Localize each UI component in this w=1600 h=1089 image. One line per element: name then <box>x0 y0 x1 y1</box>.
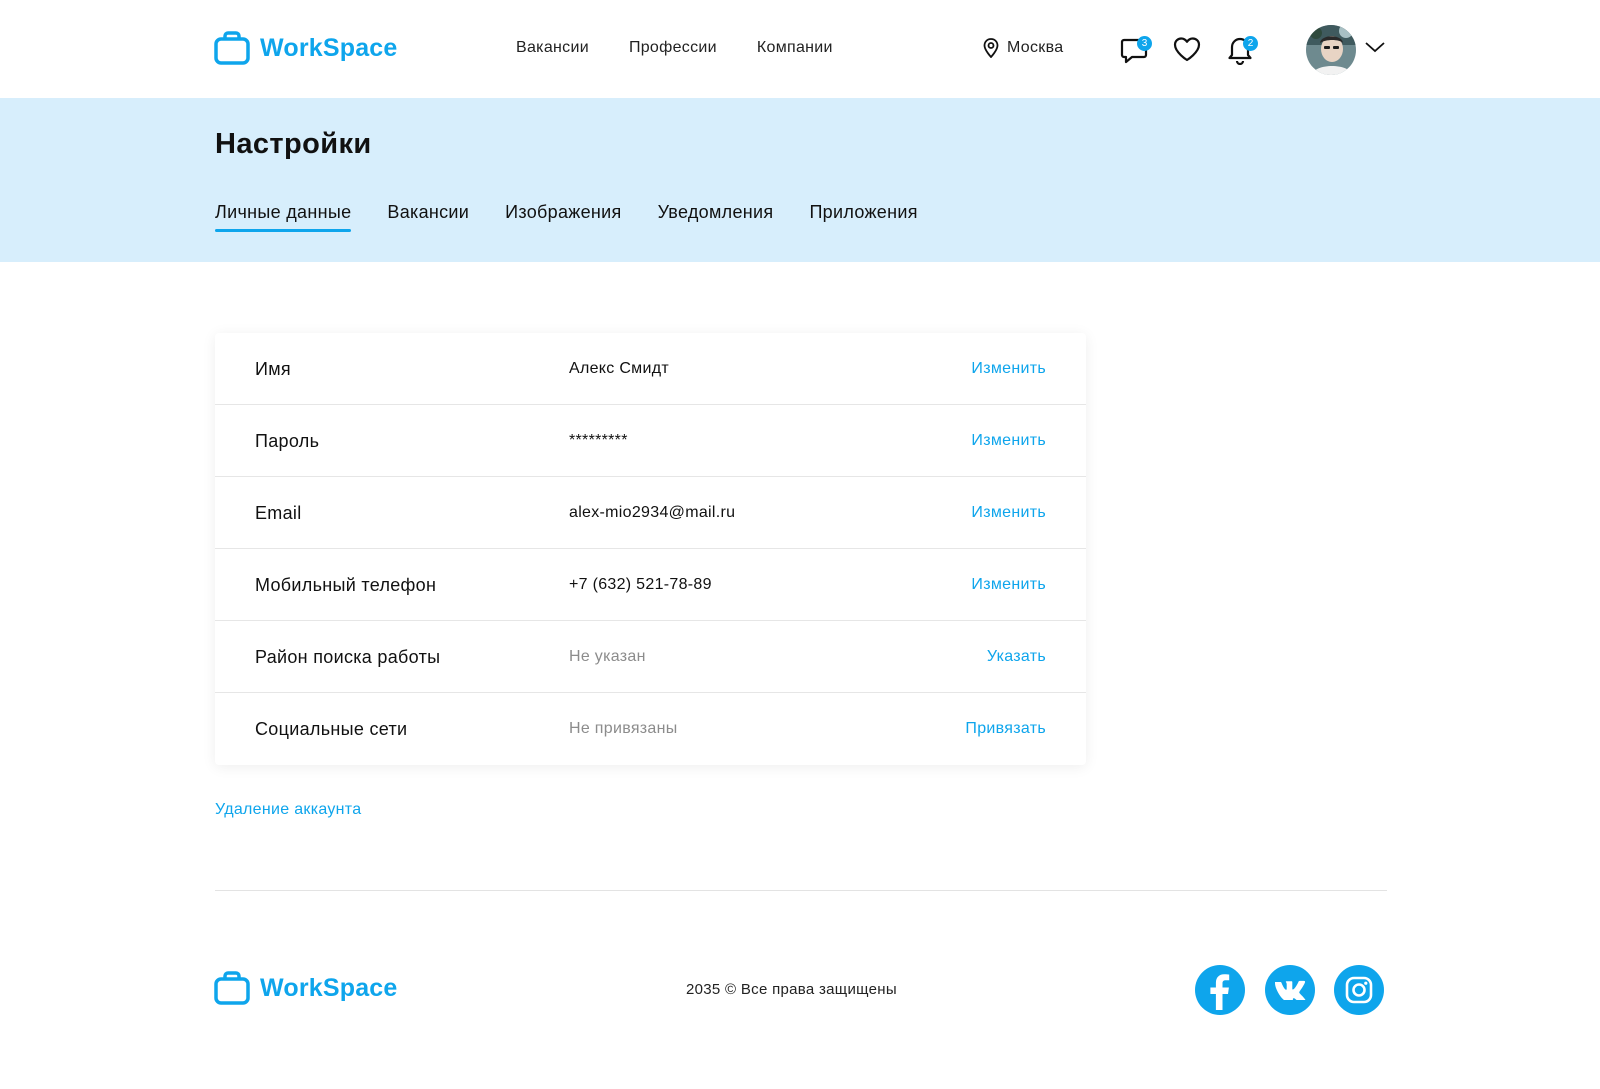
link-social-link[interactable]: Привязать <box>965 693 1046 765</box>
facebook-link[interactable] <box>1195 965 1245 1015</box>
row-value: Алекс Смидт <box>569 360 669 377</box>
messages-button[interactable]: 3 <box>1118 33 1152 67</box>
location-city: Москва <box>1007 39 1064 56</box>
footer-divider <box>215 890 1387 891</box>
facebook-icon <box>1210 974 1230 1010</box>
settings-row-phone: Мобильный телефон +7 (632) 521-78-89 Изм… <box>215 549 1086 621</box>
nav-item-vacancies[interactable]: Вакансии <box>516 39 589 57</box>
map-pin-icon <box>983 38 999 58</box>
settings-banner <box>0 98 1600 262</box>
user-photo-icon <box>1306 25 1356 75</box>
settings-tabs: Личные данные Вакансии Изображения Уведо… <box>215 202 918 232</box>
heart-icon <box>1173 37 1201 62</box>
row-label: Пароль <box>255 431 320 451</box>
personal-data-card: Имя Алекс Смидт Изменить Пароль ********… <box>215 333 1086 765</box>
main-nav: Вакансии Профессии Компании <box>516 39 833 57</box>
briefcase-icon <box>214 31 250 65</box>
settings-row-social: Социальные сети Не привязаны Привязать <box>215 693 1086 765</box>
tab-personal-data[interactable]: Личные данные <box>215 202 352 232</box>
nav-item-companies[interactable]: Компании <box>757 39 833 57</box>
edit-phone-link[interactable]: Изменить <box>971 549 1046 621</box>
footer-logo[interactable]: WorkSpace <box>214 971 398 1005</box>
row-value: ********* <box>569 432 628 449</box>
copyright: 2035 © Все права защищены <box>686 981 897 998</box>
page-title: Настройки <box>215 128 372 160</box>
tab-vacancies[interactable]: Вакансии <box>387 202 469 229</box>
instagram-link[interactable] <box>1334 965 1384 1015</box>
row-label: Имя <box>255 359 291 379</box>
settings-row-email: Email alex-mio2934@mail.ru Изменить <box>215 477 1086 549</box>
edit-name-link[interactable]: Изменить <box>971 333 1046 405</box>
row-label: Мобильный телефон <box>255 575 437 595</box>
tab-images[interactable]: Изображения <box>505 202 621 229</box>
edit-email-link[interactable]: Изменить <box>971 477 1046 549</box>
settings-row-name: Имя Алекс Смидт Изменить <box>215 333 1086 405</box>
vk-icon <box>1275 980 1306 1000</box>
notifications-badge: 2 <box>1243 36 1258 51</box>
settings-row-password: Пароль ********* Изменить <box>215 405 1086 477</box>
chevron-down-icon <box>1365 42 1385 53</box>
notifications-button[interactable]: 2 <box>1224 33 1258 67</box>
settings-row-search-area: Район поиска работы Не указан Указать <box>215 621 1086 693</box>
row-label: Email <box>255 503 302 523</box>
header: WorkSpace Вакансии Профессии Компании Мо… <box>0 0 1600 98</box>
instagram-icon <box>1345 976 1373 1004</box>
row-value: Не привязаны <box>569 720 678 737</box>
row-label: Социальные сети <box>255 719 408 739</box>
location-selector[interactable]: Москва <box>983 38 1063 58</box>
header-logo[interactable]: WorkSpace <box>214 31 398 65</box>
edit-password-link[interactable]: Изменить <box>971 405 1046 477</box>
tab-notifications[interactable]: Уведомления <box>658 202 774 229</box>
row-value: alex-mio2934@mail.ru <box>569 504 736 521</box>
vk-link[interactable] <box>1265 965 1315 1015</box>
favorites-button[interactable] <box>1171 33 1205 67</box>
profile-menu-toggle[interactable] <box>1364 40 1386 59</box>
logo-text: WorkSpace <box>260 33 398 62</box>
delete-account-link[interactable]: Удаление аккаунта <box>215 801 361 819</box>
avatar[interactable] <box>1306 25 1356 75</box>
set-search-area-link[interactable]: Указать <box>987 621 1046 693</box>
logo-text: WorkSpace <box>260 973 398 1002</box>
tab-applications[interactable]: Приложения <box>809 202 917 229</box>
messages-badge: 3 <box>1137 36 1152 51</box>
nav-item-professions[interactable]: Профессии <box>629 39 717 57</box>
row-label: Район поиска работы <box>255 647 441 667</box>
row-value: Не указан <box>569 648 646 665</box>
row-value: +7 (632) 521-78-89 <box>569 576 712 593</box>
briefcase-icon <box>214 971 250 1005</box>
